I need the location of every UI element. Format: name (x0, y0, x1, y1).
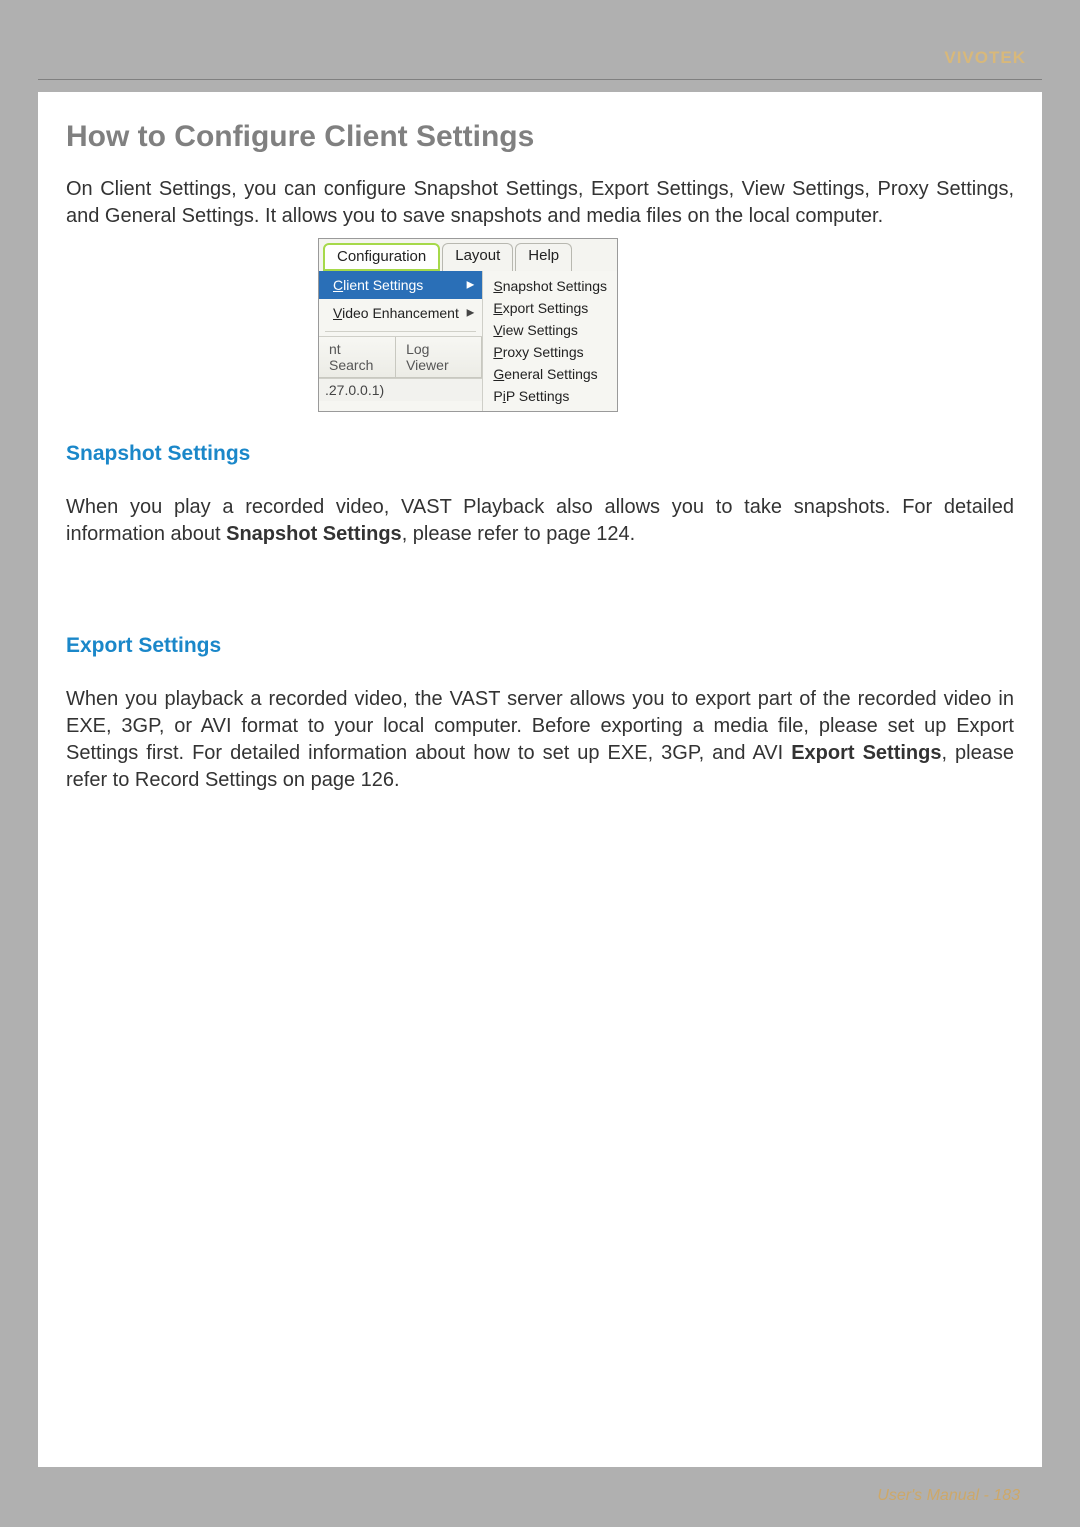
menu-video-enhancement[interactable]: Video Enhancement ▶ (319, 299, 482, 327)
export-text-bold: Export Settings (791, 742, 941, 764)
dropdown-right: Snapshot Settings Export Settings View S… (483, 271, 617, 411)
menu-client-settings[interactable]: Client Settings ▶ (319, 271, 482, 299)
submenu-proxy-settings[interactable]: Proxy Settings (483, 341, 617, 363)
tab-configuration[interactable]: Configuration (323, 243, 440, 271)
tool-tab-log-viewer[interactable]: Log Viewer (396, 337, 482, 378)
submenu-pip-settings[interactable]: PiP Settings (483, 385, 617, 407)
tab-help[interactable]: Help (515, 243, 572, 271)
export-text: When you playback a recorded video, the … (66, 686, 1014, 794)
menu-video-enhancement-label: Video Enhancement (333, 305, 459, 321)
arrow-right-icon: ▶ (467, 280, 475, 291)
manual-page: VIVOTEK How to Configure Client Settings… (0, 0, 1080, 1527)
page-footer: User's Manual - 183 (877, 1487, 1020, 1505)
intro-text: On Client Settings, you can configure Sn… (66, 176, 1014, 230)
footer-page-number: 183 (993, 1487, 1020, 1504)
menu-client-settings-label: Client Settings (333, 277, 423, 293)
menu-separator (325, 331, 476, 332)
snapshot-text: When you play a recorded video, VAST Pla… (66, 494, 1014, 548)
submenu-general-settings[interactable]: General Settings (483, 363, 617, 385)
tab-layout[interactable]: Layout (442, 243, 513, 271)
content-area: How to Configure Client Settings On Clie… (38, 92, 1042, 1467)
submenu-view-settings[interactable]: View Settings (483, 319, 617, 341)
brand-label: VIVOTEK (944, 48, 1026, 79)
dropdown-panels: Client Settings ▶ Video Enhancement ▶ nt… (319, 271, 617, 411)
snapshot-text-bold: Snapshot Settings (226, 523, 402, 545)
heading-export-settings: Export Settings (66, 634, 1014, 658)
toolbar-tabs: nt Search Log Viewer (319, 336, 482, 378)
arrow-right-icon: ▶ (467, 308, 475, 319)
dropdown-left: Client Settings ▶ Video Enhancement ▶ nt… (319, 271, 483, 411)
footer-ip: .27.0.0.1) (319, 378, 482, 401)
submenu-snapshot-settings[interactable]: Snapshot Settings (483, 275, 617, 297)
snapshot-text-c: , please refer to page 124. (402, 523, 636, 545)
heading-snapshot-settings: Snapshot Settings (66, 442, 1014, 466)
menubar: Configuration Layout Help (319, 239, 617, 271)
submenu-export-settings[interactable]: Export Settings (483, 297, 617, 319)
menu-screenshot: Configuration Layout Help Client Setting… (318, 238, 618, 412)
header-band: VIVOTEK (38, 38, 1042, 80)
footer-ip-text: .27.0.0.1) (325, 382, 384, 398)
footer-label: User's Manual - (877, 1487, 993, 1504)
tool-tab-nt-search[interactable]: nt Search (319, 337, 396, 378)
page-title: How to Configure Client Settings (66, 120, 1014, 154)
spacer (66, 556, 1014, 604)
